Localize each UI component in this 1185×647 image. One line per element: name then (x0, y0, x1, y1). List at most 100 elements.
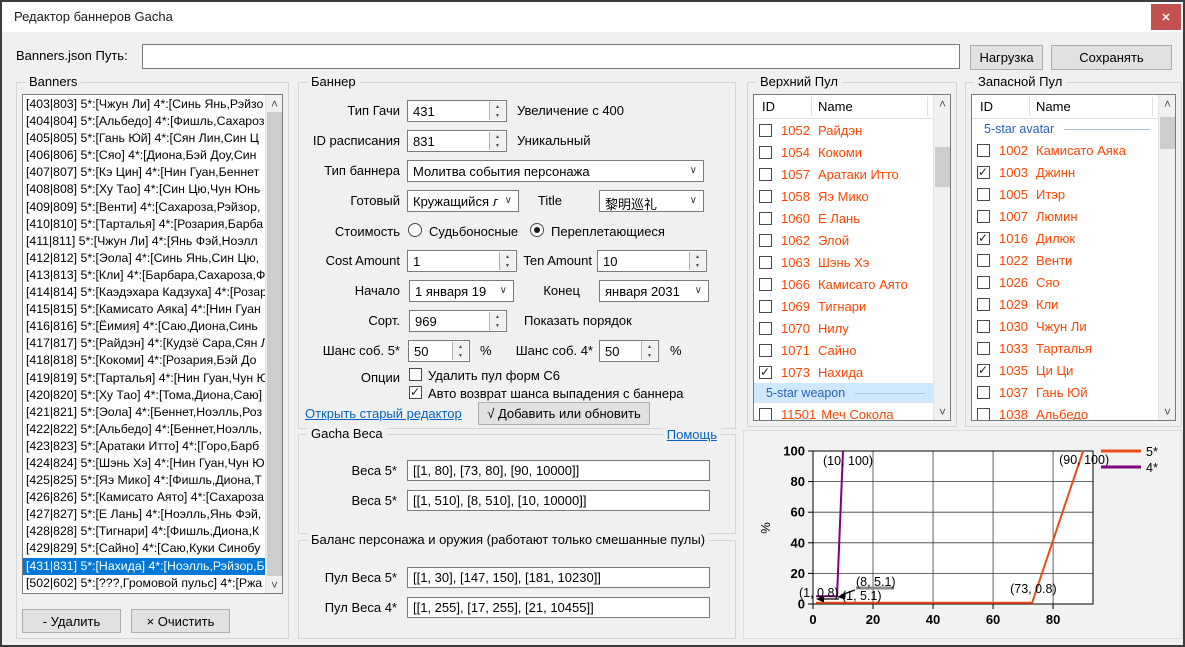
pool-row[interactable]: 1038Альбедо (972, 403, 1158, 420)
path-input[interactable] (142, 44, 960, 69)
pool-row-checkbox[interactable] (759, 300, 772, 313)
banner-list-item[interactable]: [425|825] 5*:[Яэ Мико] 4*:[Фишль,Диона,Т (23, 472, 265, 489)
spin-down-icon[interactable] (641, 351, 657, 360)
remove-pool-checkbox[interactable] (409, 368, 422, 381)
chance4-spinner[interactable]: 50 (599, 340, 659, 362)
pool-row[interactable]: 1073Нахида (754, 361, 933, 383)
pool-row[interactable]: 1060Е Лань (754, 207, 933, 229)
banner-list-item[interactable]: [502|602] 5*:[???,Громовой пульс] 4*:[Рж… (23, 575, 265, 592)
pool-row[interactable]: 1016Дилюк (972, 227, 1158, 249)
banner-list-item[interactable]: [414|814] 5*:[Каэдэхара Кадзуха] 4*:[Роз… (23, 284, 265, 301)
pool-row-checkbox[interactable] (759, 256, 772, 269)
spin-down-icon[interactable] (489, 111, 505, 120)
pool-row[interactable]: 1037Гань Юй (972, 381, 1158, 403)
banner-list-item[interactable]: [427|827] 5*:[Е Лань] 4*:[Ноэлль,Янь Фэй… (23, 506, 265, 523)
scroll-up-icon[interactable] (266, 95, 283, 112)
scroll-down-icon[interactable] (1159, 403, 1176, 420)
pool-row-checkbox[interactable] (759, 408, 772, 421)
pool-row[interactable]: 1063Шэнь Хэ (754, 251, 933, 273)
pool-row[interactable]: 1005Итэр (972, 183, 1158, 205)
pool-row-checkbox[interactable] (977, 408, 990, 421)
pool-row-checkbox[interactable] (977, 144, 990, 157)
banner-list-item[interactable]: [416|816] 5*:[Ёимия] 4*:[Саю,Диона,Синь (23, 318, 265, 335)
pool-row-checkbox[interactable] (977, 320, 990, 333)
pool-row[interactable]: 1052Райдэн (754, 119, 933, 141)
spin-down-icon[interactable] (452, 351, 468, 360)
pool-row-checkbox[interactable] (759, 322, 772, 335)
sort-spinner[interactable]: 969 (409, 310, 507, 332)
spin-down-icon[interactable] (689, 261, 705, 270)
spin-up-icon[interactable] (489, 312, 505, 321)
scroll-thumb[interactable] (1160, 117, 1175, 149)
banner-list-item[interactable]: [411|811] 5*:[Чжун Ли] 4*:[Янь Фэй,Ноэлл (23, 233, 265, 250)
banner-list-item[interactable]: [403|803] 5*:[Чжун Ли] 4*:[Синь Янь,Рэйз… (23, 96, 265, 113)
pool-row[interactable]: 1058Яэ Мико (754, 185, 933, 207)
banner-list-item[interactable]: [426|826] 5*:[Камисато Аято] 4*:[Сахароз… (23, 489, 265, 506)
add-update-button[interactable]: √ Добавить или обновить (478, 402, 650, 425)
spin-up-icon[interactable] (489, 102, 505, 111)
banner-list-item[interactable]: [404|804] 5*:[Альбедо] 4*:[Фишль,Сахароз (23, 113, 265, 130)
pool-row-checkbox[interactable] (759, 366, 772, 379)
end-date-select[interactable]: января 2031 (599, 280, 709, 302)
banner-list-item[interactable]: [410|810] 5*:[Тарталья] 4*:[Розария,Барб… (23, 216, 265, 233)
pool-weights4-input[interactable] (407, 597, 710, 618)
spin-down-icon[interactable] (489, 321, 505, 330)
chance5-spinner[interactable]: 50 (408, 340, 470, 362)
pool-row-checkbox[interactable] (759, 124, 772, 137)
open-old-editor-link[interactable]: Открыть старый редактор (305, 406, 462, 421)
pool-row[interactable]: 1035Ци Ци (972, 359, 1158, 381)
banner-list-item[interactable]: [421|821] 5*:[Эола] 4*:[Беннет,Ноэлль,Ро… (23, 404, 265, 421)
pool-row[interactable]: 1069Тигнари (754, 295, 933, 317)
spin-down-icon[interactable] (489, 141, 505, 150)
spin-up-icon[interactable] (452, 342, 468, 351)
pool-row-checkbox[interactable] (977, 298, 990, 311)
spin-up-icon[interactable] (689, 252, 705, 261)
pool-row[interactable]: 1057Аратаки Итто (754, 163, 933, 185)
banner-list-item[interactable]: [422|822] 5*:[Альбедо] 4*:[Беннет,Ноэлль… (23, 421, 265, 438)
gacha-type-spinner[interactable]: 431 (407, 100, 507, 122)
load-button[interactable]: Нагрузка (970, 45, 1043, 70)
pool-row[interactable]: 1002Камисато Аяка (972, 139, 1158, 161)
banner-list-item[interactable]: [409|809] 5*:[Венти] 4*:[Сахароза,Рэйзор… (23, 199, 265, 216)
scroll-up-icon[interactable] (934, 95, 951, 112)
pool-row-checkbox[interactable] (977, 232, 990, 245)
banner-list-item[interactable]: [406|806] 5*:[Сяо] 4*:[Диона,Бэй Доу,Син (23, 147, 265, 164)
pool-row[interactable]: 1030Чжун Ли (972, 315, 1158, 337)
weights5-input[interactable] (407, 460, 710, 481)
scroll-thumb[interactable] (267, 112, 282, 576)
banner-list-item[interactable]: [423|823] 5*:[Аратаки Итто] 4*:[Горо,Бар… (23, 438, 265, 455)
banner-list-item[interactable]: [415|815] 5*:[Камисато Аяка] 4*:[Нин Гуа… (23, 301, 265, 318)
banners-list[interactable]: [403|803] 5*:[Чжун Ли] 4*:[Синь Янь,Рэйз… (22, 94, 283, 594)
banner-list-item[interactable]: [407|807] 5*:[Кэ Цин] 4*:[Нин Гуан,Бенне… (23, 164, 265, 181)
banner-list-item[interactable]: [405|805] 5*:[Гань Юй] 4*:[Сян Лин,Син Ц (23, 130, 265, 147)
clear-banner-button[interactable]: × Очистить (131, 609, 230, 633)
weights4-input[interactable] (407, 490, 710, 511)
cost-radio-fate[interactable] (408, 223, 422, 237)
pool-row-checkbox[interactable] (759, 212, 772, 225)
pool-row-checkbox[interactable] (759, 234, 772, 247)
spin-up-icon[interactable] (489, 132, 505, 141)
pool-row[interactable]: 1070Нилу (754, 317, 933, 339)
upper-pool-table[interactable]: ID Name 1052Райдэн1054Кокоми1057Аратаки … (753, 94, 951, 421)
pool-row-checkbox[interactable] (759, 168, 772, 181)
pool-row-checkbox[interactable] (977, 386, 990, 399)
pool-row-checkbox[interactable] (759, 344, 772, 357)
spin-up-icon[interactable] (641, 342, 657, 351)
pool-row[interactable]: 1066Камисато Аято (754, 273, 933, 295)
reserve-pool-table[interactable]: ID Name 5-star avatar1002Камисато Аяка10… (971, 94, 1176, 421)
pool-row[interactable]: 1007Люмин (972, 205, 1158, 227)
scroll-thumb[interactable] (935, 147, 950, 187)
banner-list-item[interactable]: [420|820] 5*:[Ху Тао] 4*:[Тома,Диона,Саю… (23, 387, 265, 404)
scroll-up-icon[interactable] (1159, 95, 1176, 112)
save-button[interactable]: Сохранять (1051, 45, 1172, 70)
delete-banner-button[interactable]: - Удалить (22, 609, 121, 633)
pool-row-checkbox[interactable] (977, 166, 990, 179)
upper-pool-scrollbar[interactable] (933, 95, 950, 420)
pool-row-checkbox[interactable] (977, 342, 990, 355)
close-button[interactable]: ✕ (1151, 4, 1181, 30)
pool-row-checkbox[interactable] (759, 146, 772, 159)
banner-list-item[interactable]: [412|812] 5*:[Эола] 4*:[Синь Янь,Син Цю, (23, 250, 265, 267)
pool-row-checkbox[interactable] (977, 364, 990, 377)
cost-radio-intertwined[interactable] (530, 223, 544, 237)
banner-type-select[interactable]: Молитва события персонажа (407, 160, 704, 182)
